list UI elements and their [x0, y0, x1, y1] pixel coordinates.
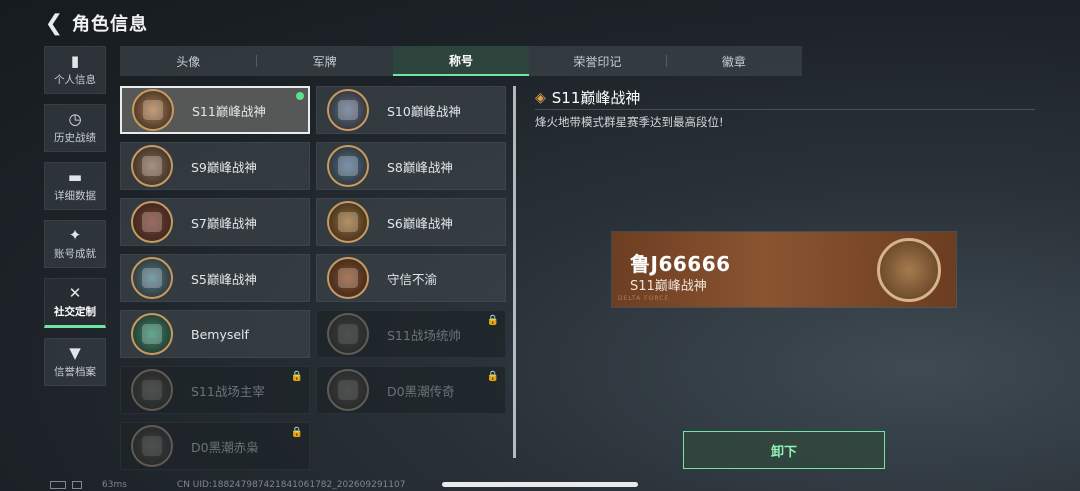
title-card[interactable]: S11战场主宰 🔒 [120, 366, 310, 414]
title-card-name: D0黑潮传奇 [387, 383, 455, 399]
nav-item-0[interactable]: ▮ 个人信息 [44, 46, 106, 94]
lock-icon: 🔒 [290, 427, 303, 438]
title-badge-icon [131, 145, 173, 187]
nav-item-2[interactable]: ▬ 详细数据 [44, 162, 106, 210]
nameplate-badge-icon [877, 238, 941, 302]
title-card-name: S7巅峰战神 [191, 215, 257, 231]
title-card[interactable]: S11战场统帅 🔒 [316, 310, 506, 358]
title-badge-icon [327, 257, 369, 299]
title-badge-icon [327, 145, 369, 187]
detail-title: S11巅峰战神 [551, 89, 641, 107]
title-card[interactable]: D0黑潮传奇 🔒 [316, 366, 506, 414]
title-badge-icon [131, 369, 173, 411]
nameplate-player-name: 鲁J66666 [630, 252, 731, 276]
status-bar: 63ms CN UID:18824798742184106178​2_20260… [44, 479, 405, 491]
shield-heart-icon: ▼ [69, 344, 81, 362]
lock-icon: 🔒 [290, 371, 303, 382]
medal-icon: ✦ [68, 226, 82, 244]
top-bar: ❮ 角色信息 [40, 6, 148, 40]
title-card-name: D0黑潮赤枭 [191, 439, 259, 455]
title-card[interactable]: S10巅峰战神 [316, 86, 506, 134]
clock-icon: ◷ [68, 110, 82, 128]
detail-header: ◈ S11巅峰战神 [535, 87, 640, 108]
title-badge-icon [327, 369, 369, 411]
unequip-button[interactable]: 卸下 [683, 431, 885, 469]
title-badge-icon [327, 313, 369, 355]
scrollbar-thumb[interactable] [513, 86, 516, 458]
detail-divider [535, 109, 1035, 110]
tab-1[interactable]: 军牌 [256, 46, 392, 76]
title-card-name: S11战场统帅 [387, 327, 461, 343]
grid-scrollbar[interactable] [513, 86, 516, 458]
title-card-name: S11巅峰战神 [192, 103, 266, 119]
nav-item-4[interactable]: ✕ 社交定制 [44, 278, 106, 328]
tab-2[interactable]: 称号 [392, 46, 530, 76]
title-card-name: S6巅峰战神 [387, 215, 453, 231]
folder-icon: ▬ [67, 168, 83, 186]
title-card[interactable]: 守信不渝 [316, 254, 506, 302]
title-card[interactable]: S7巅峰战神 [120, 198, 310, 246]
title-badge-icon [132, 89, 174, 131]
nav-item-3[interactable]: ✦ 账号成就 [44, 220, 106, 268]
title-card-name: Bemyself [191, 326, 249, 342]
title-card-name: S8巅峰战神 [387, 159, 453, 175]
title-grid: S11巅峰战神 S10巅峰战神 S9巅峰战神 S8巅峰战神 S7巅峰战神 S6巅峰战神 S5… [120, 86, 512, 470]
nav-item-5[interactable]: ▼ 信誉档案 [44, 338, 106, 386]
title-card-name: S5巅峰战神 [191, 271, 257, 287]
lock-icon: 🔒 [486, 371, 499, 382]
tab-3[interactable]: 荣誉印记 [529, 46, 665, 76]
ping-readout: 63ms [102, 480, 127, 490]
signal-icon [72, 481, 82, 489]
title-badge-icon [131, 257, 173, 299]
tab-4[interactable]: 徽章 [665, 46, 802, 76]
uid-readout: CN UID:18824798742184106178​2_2026092911… [176, 480, 406, 490]
nav-item-label: 个人信息 [54, 74, 96, 86]
title-badge-icon [131, 425, 173, 467]
title-card[interactable]: S11巅峰战神 [120, 86, 310, 134]
detail-description: 烽火地带模式群星赛季达到最高段位! [535, 115, 724, 129]
nav-item-label: 账号成就 [54, 248, 96, 260]
title-card[interactable]: S8巅峰战神 [316, 142, 506, 190]
diamond-icon: ◈ [535, 89, 546, 106]
page-title: 角色信息 [72, 14, 148, 35]
back-arrow-icon[interactable]: ❮ [40, 9, 68, 37]
tab-bar: 头像 军牌 称号 荣誉印记 徽章 [120, 46, 802, 76]
title-badge-icon [131, 313, 173, 355]
nav-item-label: 社交定制 [54, 306, 96, 318]
title-card[interactable]: Bemyself [120, 310, 310, 358]
tab-0[interactable]: 头像 [120, 46, 256, 76]
equipped-dot-icon [296, 92, 304, 100]
title-badge-icon [131, 201, 173, 243]
home-indicator[interactable] [442, 482, 638, 487]
nav-item-label: 信誉档案 [54, 366, 96, 378]
nav-item-1[interactable]: ◷ 历史战绩 [44, 104, 106, 152]
battery-icon [50, 481, 66, 489]
title-card[interactable]: D0黑潮赤枭 🔒 [120, 422, 310, 470]
bar-chart-icon: ▮ [70, 52, 80, 70]
title-card-name: S9巅峰战神 [191, 159, 257, 175]
nav-item-label: 历史战绩 [54, 132, 96, 144]
title-card[interactable]: S5巅峰战神 [120, 254, 310, 302]
nameplate-title: S11巅峰战神 [630, 279, 707, 294]
title-badge-icon [327, 89, 369, 131]
nav-item-label: 详细数据 [54, 190, 96, 202]
side-nav: ▮ 个人信息 ◷ 历史战绩 ▬ 详细数据 ✦ 账号成就 ✕ 社交定制 ▼ 信誉档案 [44, 46, 106, 396]
title-card-name: S11战场主宰 [191, 383, 265, 399]
title-badge-icon [327, 201, 369, 243]
title-card-name: S10巅峰战神 [387, 103, 461, 119]
title-card-name: 守信不渝 [387, 271, 438, 287]
tools-icon: ✕ [68, 284, 82, 302]
nameplate-preview: 鲁J66666 S11巅峰战神 DELTA FORCE [612, 232, 956, 307]
lock-icon: 🔒 [486, 315, 499, 326]
title-card[interactable]: S9巅峰战神 [120, 142, 310, 190]
title-card[interactable]: S6巅峰战神 [316, 198, 506, 246]
nameplate-brand: DELTA FORCE [618, 295, 670, 302]
